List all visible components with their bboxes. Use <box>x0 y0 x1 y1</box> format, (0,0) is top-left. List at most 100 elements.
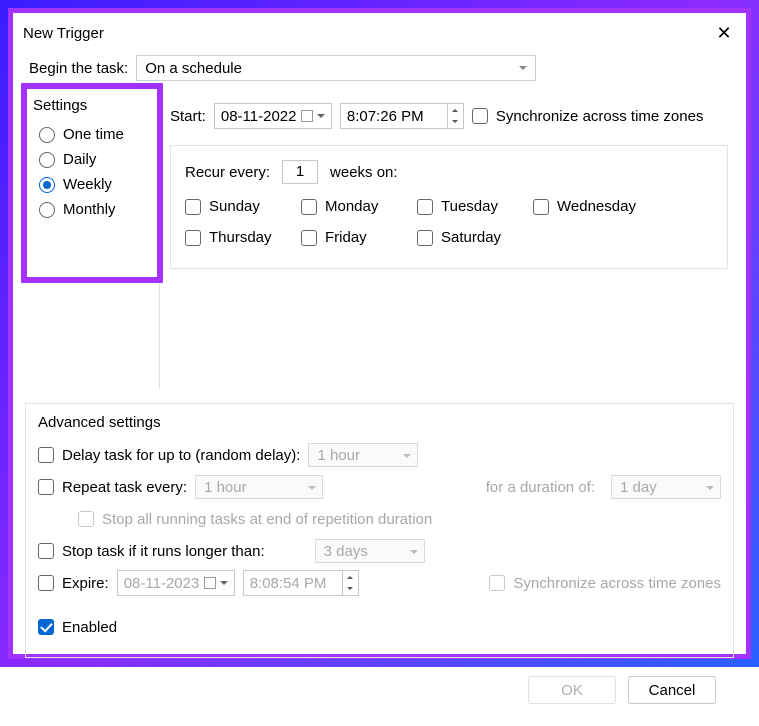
radio-weekly[interactable]: Weekly <box>39 176 159 193</box>
cancel-button[interactable]: Cancel <box>628 676 716 704</box>
ok-label: OK <box>561 682 583 699</box>
radio-monthly[interactable]: Monthly <box>39 201 159 218</box>
dialog-title: New Trigger <box>23 25 104 42</box>
weeks-on-label: weeks on: <box>330 164 398 181</box>
radio-label: Daily <box>63 151 96 168</box>
radio-icon <box>39 152 55 168</box>
day-label: Sunday <box>209 198 260 215</box>
enabled-option[interactable]: Enabled <box>38 619 117 636</box>
chevron-down-icon <box>220 581 228 589</box>
delay-option[interactable]: Delay task for up to (random delay): <box>38 447 300 464</box>
expire-date-input[interactable]: 08-11-2023 <box>117 570 235 596</box>
day-friday[interactable]: Friday <box>301 229 401 246</box>
checkbox-icon <box>489 575 505 591</box>
schedule-radio-list: One time Daily Weekly Monthly <box>25 120 159 228</box>
close-icon[interactable]: ✕ <box>712 21 736 45</box>
delay-label: Delay task for up to (random delay): <box>62 447 300 464</box>
titlebar: New Trigger ✕ <box>13 13 746 47</box>
settings-header: Settings <box>25 91 159 120</box>
enabled-label: Enabled <box>62 619 117 636</box>
details-column: Start: 08-11-2022 8:07:26 PM <box>160 91 734 389</box>
chevron-up-icon[interactable] <box>448 104 463 116</box>
recur-every-label: Recur every: <box>185 164 270 181</box>
checkbox-icon <box>185 199 201 215</box>
begin-task-label: Begin the task: <box>29 60 128 77</box>
expire-row: Expire: 08-11-2023 8:08:54 PM <box>38 567 721 599</box>
radio-daily[interactable]: Daily <box>39 151 159 168</box>
recur-weeks-input[interactable]: 1 <box>282 160 318 184</box>
desktop-background: New Trigger ✕ Begin the task: On a sched… <box>0 0 759 667</box>
repeat-label: Repeat task every: <box>62 479 187 496</box>
day-saturday[interactable]: Saturday <box>417 229 517 246</box>
expire-sync-label: Synchronize across time zones <box>513 575 721 592</box>
day-label: Saturday <box>441 229 501 246</box>
repeat-combo[interactable]: 1 hour <box>195 475 323 499</box>
radio-icon <box>39 177 55 193</box>
radio-icon <box>39 202 55 218</box>
checkbox-icon <box>38 619 54 635</box>
duration-label: for a duration of: <box>486 479 595 496</box>
dialog-body: Begin the task: On a schedule Settings O… <box>13 47 746 726</box>
day-monday[interactable]: Monday <box>301 198 401 215</box>
checkbox-icon <box>417 199 433 215</box>
day-label: Monday <box>325 198 378 215</box>
chevron-down-icon[interactable] <box>343 583 358 595</box>
advanced-header: Advanced settings <box>38 410 721 439</box>
stop-long-row: Stop task if it runs longer than: 3 days <box>38 535 721 567</box>
day-label: Friday <box>325 229 367 246</box>
day-sunday[interactable]: Sunday <box>185 198 285 215</box>
day-wednesday[interactable]: Wednesday <box>533 198 636 215</box>
begin-task-value: On a schedule <box>145 60 242 77</box>
dialog-footer: OK Cancel <box>25 664 734 718</box>
stop-rep-label: Stop all running tasks at end of repetit… <box>102 511 432 528</box>
checkbox-icon <box>472 108 488 124</box>
radio-one-time[interactable]: One time <box>39 126 159 143</box>
stop-long-option[interactable]: Stop task if it runs longer than: <box>38 543 265 560</box>
start-label: Start: <box>170 108 206 125</box>
ok-button[interactable]: OK <box>528 676 616 704</box>
sync-timezones-option[interactable]: Synchronize across time zones <box>472 108 704 125</box>
cancel-label: Cancel <box>649 682 696 699</box>
radio-label: Monthly <box>63 201 116 218</box>
sync-timezones-label: Synchronize across time zones <box>496 108 704 125</box>
delay-value: 1 hour <box>317 447 360 464</box>
time-spinner[interactable] <box>448 103 464 129</box>
delay-row: Delay task for up to (random delay): 1 h… <box>38 439 721 471</box>
settings-column: Settings One time Daily Weekly <box>25 91 159 389</box>
repeat-option[interactable]: Repeat task every: <box>38 479 187 496</box>
checkbox-icon <box>417 230 433 246</box>
day-tuesday[interactable]: Tuesday <box>417 198 517 215</box>
start-row: Start: 08-11-2022 8:07:26 PM <box>170 103 728 129</box>
expire-option[interactable]: Expire: <box>38 575 109 592</box>
chevron-up-icon[interactable] <box>343 571 358 583</box>
expire-sync-option[interactable]: Synchronize across time zones <box>489 575 721 592</box>
start-time-input[interactable]: 8:07:26 PM <box>340 103 448 129</box>
start-date-input[interactable]: 08-11-2022 <box>214 103 332 129</box>
delay-combo[interactable]: 1 hour <box>308 443 418 467</box>
start-time-value: 8:07:26 PM <box>347 108 424 125</box>
stop-long-label: Stop task if it runs longer than: <box>62 543 265 560</box>
begin-row: Begin the task: On a schedule <box>29 55 734 81</box>
day-label: Thursday <box>209 229 272 246</box>
duration-value: 1 day <box>620 479 657 496</box>
day-thursday[interactable]: Thursday <box>185 229 285 246</box>
checkbox-icon <box>301 230 317 246</box>
expire-time-input[interactable]: 8:08:54 PM <box>243 570 343 596</box>
advanced-group: Advanced settings Delay task for up to (… <box>25 403 734 658</box>
start-date-value: 08-11-2022 <box>221 108 297 125</box>
stop-rep-option[interactable]: Stop all running tasks at end of repetit… <box>78 511 432 528</box>
time-spinner[interactable] <box>343 570 359 596</box>
day-label: Tuesday <box>441 198 498 215</box>
duration-combo[interactable]: 1 day <box>611 475 721 499</box>
calendar-icon <box>204 577 216 589</box>
radio-label: Weekly <box>63 176 112 193</box>
radio-label: One time <box>63 126 124 143</box>
highlight-border: New Trigger ✕ Begin the task: On a sched… <box>8 8 751 659</box>
begin-task-combo[interactable]: On a schedule <box>136 55 536 81</box>
day-label: Wednesday <box>557 198 636 215</box>
checkbox-icon <box>38 479 54 495</box>
stop-long-combo[interactable]: 3 days <box>315 539 425 563</box>
calendar-icon <box>301 110 313 122</box>
chevron-down-icon[interactable] <box>448 116 463 128</box>
expire-date-value: 08-11-2023 <box>124 575 200 592</box>
